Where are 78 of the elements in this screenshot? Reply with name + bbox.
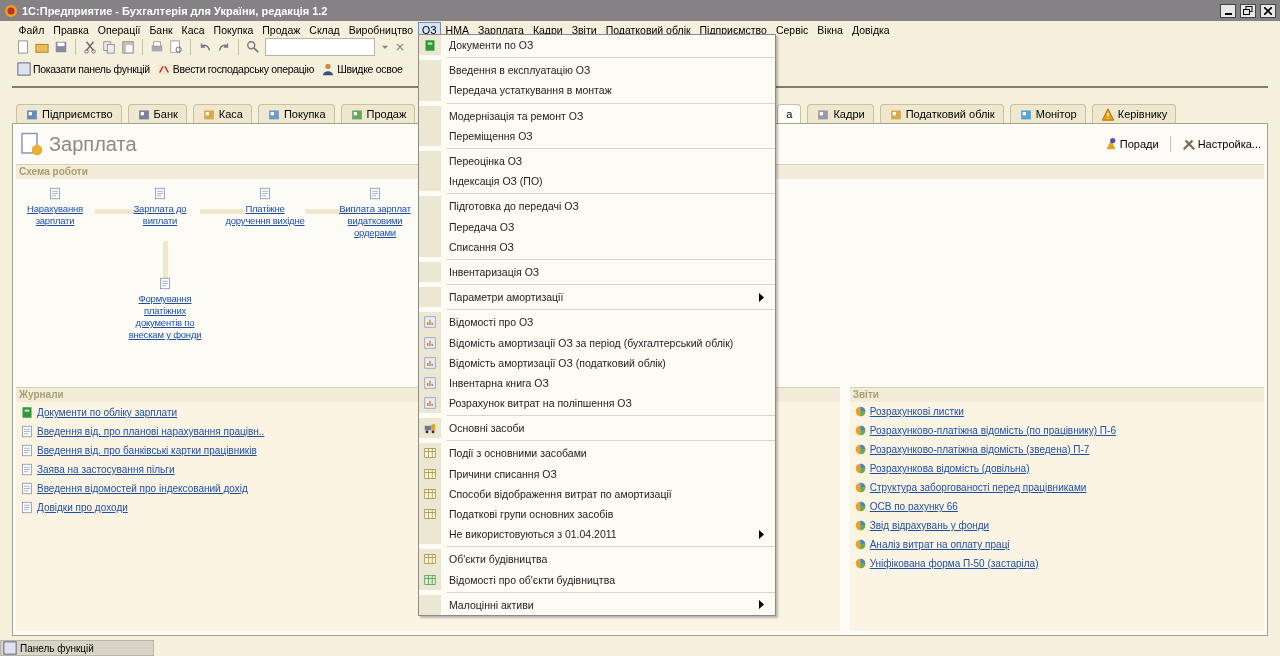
menu-item[interactable]: Покупка xyxy=(209,22,258,36)
window-title: 1С:Предприятие - Бухгалтерія для України, редакція 1.2 xyxy=(22,4,329,17)
menu-item[interactable]: НМА xyxy=(441,22,474,36)
journal-link[interactable]: Введення відомостей про індексований дохід xyxy=(21,482,248,495)
menu-item[interactable]: Виробництво xyxy=(344,22,418,36)
scheme-link[interactable]: Нарахування зарплати xyxy=(15,203,95,227)
report-link[interactable]: Розрахунково-платіжна відомість (по працівнику) П-6 xyxy=(854,425,1116,436)
menu-option[interactable]: Відомість амортизації ОЗ за період (бухгалтерський облік) xyxy=(419,332,775,353)
settings-button[interactable]: Настройка... xyxy=(1178,137,1264,151)
menu-item[interactable]: Каса xyxy=(177,22,210,36)
menu-item[interactable]: Операції xyxy=(93,22,145,36)
menu-option[interactable]: Переміщення ОЗ xyxy=(419,125,775,146)
menu-option[interactable]: Відомості про об'єкти будівництва xyxy=(419,569,775,590)
journal-link[interactable]: Введення від. про банківські картки працівників xyxy=(21,444,257,457)
menu-option[interactable]: Способи відображення витрат по амортизації xyxy=(419,483,775,504)
tips-button[interactable]: Поради xyxy=(1100,137,1162,151)
journal-link[interactable]: Введення від. про планові нарахування працівн.. xyxy=(21,425,265,438)
quick-start-button[interactable]: Швидке освое xyxy=(320,62,404,76)
menu-option[interactable]: Передача устаткування в монтаж xyxy=(419,80,775,101)
menu-option[interactable]: Передача ОЗ xyxy=(419,216,775,237)
scheme-link[interactable]: Зарплата до виплати xyxy=(120,203,200,227)
enter-operation-button[interactable]: Ввести господарську операцію xyxy=(155,62,316,76)
menu-item[interactable]: Продаж xyxy=(257,22,305,36)
tab[interactable]: Кадри xyxy=(807,104,874,123)
tab[interactable]: Податковий облік xyxy=(879,104,1004,123)
menu-option[interactable]: Події з основними засобами xyxy=(419,443,775,464)
journal-link[interactable]: Документи по обліку зарплати xyxy=(21,406,178,419)
tab[interactable]: Продаж xyxy=(340,104,416,123)
tab[interactable]: а xyxy=(777,104,802,123)
function-panel-button[interactable]: Панель функцій xyxy=(0,640,154,656)
report-link[interactable]: Розрахункова відомість (довільна) xyxy=(854,463,1030,474)
menu-item[interactable]: Файл xyxy=(14,22,49,36)
menu-item[interactable]: Склад xyxy=(304,22,345,36)
menu-option[interactable]: Відомості про ОЗ xyxy=(419,312,775,333)
menu-option[interactable]: Об'єкти будівництва xyxy=(419,549,775,570)
report-link[interactable]: Уніфікована форма П-50 (застаріла) xyxy=(854,558,1039,569)
menu-item[interactable]: Сервіс xyxy=(771,22,813,36)
report-link[interactable]: Розрахунково-платіжна відомість (зведена) П-7 xyxy=(854,444,1090,455)
menu-option[interactable]: Не використовуються з 01.04.2011 xyxy=(419,524,775,545)
report-link[interactable]: ОСВ по рахунку 66 xyxy=(854,501,958,512)
menu-option[interactable]: Основні засоби xyxy=(419,418,775,439)
show-panel-button[interactable]: Показати панель функцій xyxy=(16,62,151,76)
section-title: Зарплата xyxy=(49,132,137,156)
menu-option[interactable]: Причини списання ОЗ xyxy=(419,463,775,484)
menu-option[interactable]: Документи по ОЗ xyxy=(419,35,775,56)
scheme-link[interactable]: Платіжне доручення вихідне xyxy=(225,203,305,227)
report-link[interactable]: Розрахункові листки xyxy=(854,406,964,417)
tab[interactable]: Підприємство xyxy=(16,104,122,123)
report-link[interactable]: Структура заборгованості перед працівниками xyxy=(854,482,1087,493)
tab[interactable]: Банк xyxy=(127,104,187,123)
menu-option[interactable]: Списання ОЗ xyxy=(419,236,775,257)
menu-option[interactable]: Підготовка до передачі ОЗ xyxy=(419,196,775,217)
menu-option[interactable]: Введення в експлуатацію ОЗ xyxy=(419,60,775,81)
menu-item[interactable]: Звіти xyxy=(567,22,602,36)
menu-item[interactable]: Вікна xyxy=(812,22,848,36)
tab[interactable]: Покупка xyxy=(257,104,335,123)
menu-item[interactable]: Правка xyxy=(48,22,94,36)
menu-option[interactable]: Малоцінні активи xyxy=(419,594,775,615)
menu-option[interactable]: Переоцінка ОЗ xyxy=(419,150,775,172)
menu-option[interactable]: Відомість амортизації ОЗ (податковий облік) xyxy=(419,352,775,373)
menu-item[interactable]: Довідка xyxy=(847,22,895,36)
menu-option[interactable]: Податкові групи основних засобів xyxy=(419,503,775,525)
menu-option[interactable]: Параметри амортизації xyxy=(419,287,775,308)
section-header: Звіти xyxy=(849,387,1264,402)
menu-option[interactable]: Інвентаризація ОЗ xyxy=(419,261,775,283)
tab[interactable]: Монітор xyxy=(1009,104,1086,123)
scheme-link[interactable]: Виплата зарплат видатковими ордерами xyxy=(335,203,415,239)
journal-link[interactable]: Заява на застосування пільги xyxy=(21,463,175,476)
menu-item[interactable]: Банк xyxy=(144,22,178,36)
scheme-link[interactable]: Формування платіжних документів по внескам у фонди xyxy=(125,293,205,341)
tab[interactable]: Керівнику xyxy=(1091,104,1177,123)
menu-option[interactable]: Індексація ОЗ (ПО) xyxy=(419,171,775,192)
report-link[interactable]: Звід відрахувань у фонди xyxy=(854,520,990,531)
menu-option[interactable]: Розрахунок витрат на поліпшення ОЗ xyxy=(419,393,775,414)
menu-option[interactable]: Модернізація та ремонт ОЗ xyxy=(419,105,775,126)
report-link[interactable]: Аналіз витрат на оплату праці xyxy=(854,539,1010,550)
tab[interactable]: Каса xyxy=(192,104,252,123)
journal-link[interactable]: Довідки про доходи xyxy=(21,501,128,514)
